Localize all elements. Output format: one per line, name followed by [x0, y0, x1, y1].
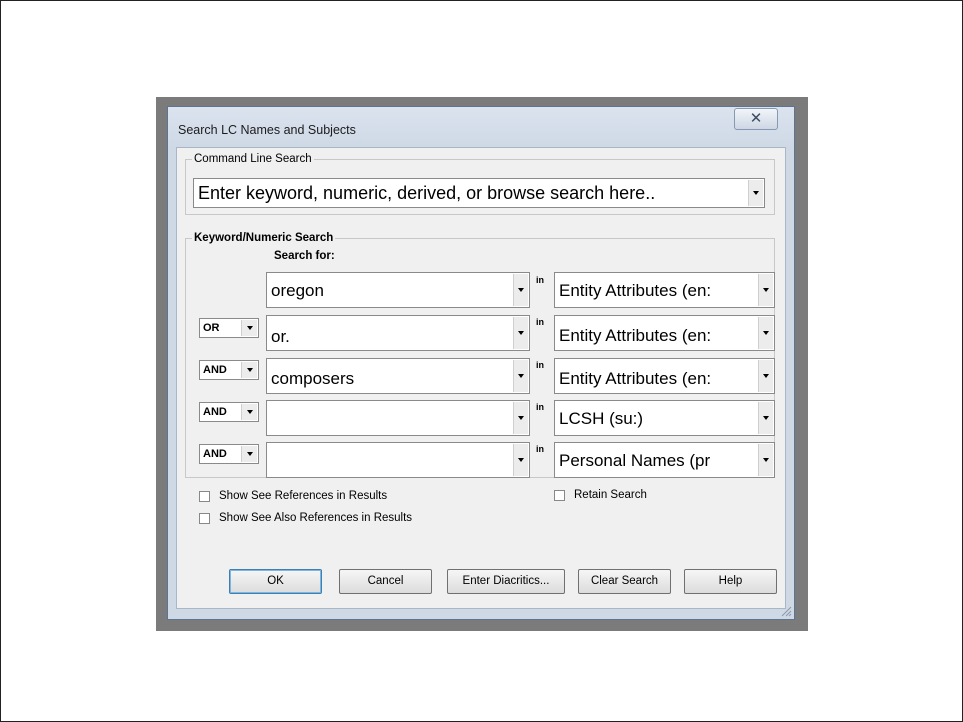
search-for-label: Search for: [274, 250, 335, 262]
show-see-references-checkbox[interactable] [199, 490, 210, 502]
enter-diacritics-button[interactable]: Enter Diacritics... [447, 569, 565, 594]
close-icon: ✕ [749, 110, 763, 127]
chevron-down-icon[interactable] [758, 317, 773, 349]
boolean-select-5[interactable]: AND [199, 444, 259, 464]
dialog-client: Command Line Search Enter keyword, numer… [176, 147, 786, 609]
chevron-down-icon[interactable] [513, 444, 528, 476]
search-term-field-4[interactable] [266, 400, 530, 436]
index-select-2[interactable]: Entity Attributes (en: [554, 315, 775, 351]
boolean-value: AND [203, 406, 227, 418]
in-label: in [536, 275, 544, 285]
boolean-value: OR [203, 322, 220, 334]
chevron-down-icon[interactable] [748, 180, 763, 206]
chevron-down-icon[interactable] [758, 444, 773, 476]
index-value: Entity Attributes (en: [559, 369, 712, 388]
close-button[interactable]: ✕ [734, 108, 778, 130]
retain-search-label: Retain Search [574, 489, 647, 501]
command-line-legend: Command Line Search [194, 153, 312, 165]
search-term-value: or. [271, 327, 290, 346]
boolean-select-3[interactable]: AND [199, 360, 259, 380]
search-term-field-2[interactable]: or. [266, 315, 530, 351]
chevron-down-icon[interactable] [513, 402, 528, 434]
resize-grip-icon[interactable] [780, 605, 792, 617]
clear-search-button[interactable]: Clear Search [578, 569, 671, 594]
search-term-value: composers [271, 369, 355, 388]
dialog-title: Search LC Names and Subjects [178, 123, 356, 137]
chevron-down-icon[interactable] [513, 274, 528, 306]
cancel-button[interactable]: Cancel [339, 569, 432, 594]
index-select-3[interactable]: Entity Attributes (en: [554, 358, 775, 394]
command-line-text: Enter keyword, numeric, derived, or brow… [198, 183, 656, 203]
chevron-down-icon[interactable] [241, 446, 257, 462]
search-dialog: Search LC Names and Subjects ✕ Command L… [167, 106, 795, 620]
index-value: LCSH (su:) [559, 409, 644, 428]
in-label: in [536, 402, 544, 412]
chevron-down-icon[interactable] [758, 402, 773, 434]
show-see-also-references-checkbox[interactable] [199, 512, 210, 524]
index-select-1[interactable]: Entity Attributes (en: [554, 272, 775, 308]
boolean-value: AND [203, 364, 227, 376]
title-bar: Search LC Names and Subjects ✕ [168, 107, 794, 147]
index-value: Personal Names (pr [559, 451, 711, 470]
chevron-down-icon[interactable] [758, 274, 773, 306]
ok-button[interactable]: OK [229, 569, 322, 594]
in-label: in [536, 360, 544, 370]
in-label: in [536, 444, 544, 454]
index-value: Entity Attributes (en: [559, 281, 712, 300]
chevron-down-icon[interactable] [513, 317, 528, 349]
boolean-select-4[interactable]: AND [199, 402, 259, 422]
chevron-down-icon[interactable] [513, 360, 528, 392]
show-see-references-label: Show See References in Results [219, 490, 388, 502]
index-value: Entity Attributes (en: [559, 326, 712, 345]
search-term-field-5[interactable] [266, 442, 530, 478]
show-see-also-references-option[interactable]: Show See Also References in Results [199, 512, 412, 524]
index-select-5[interactable]: Personal Names (pr [554, 442, 775, 478]
show-see-references-option[interactable]: Show See References in Results [199, 490, 387, 502]
search-term-field-1[interactable]: oregon [266, 272, 530, 308]
search-term-field-3[interactable]: composers [266, 358, 530, 394]
chevron-down-icon[interactable] [241, 320, 257, 336]
help-button[interactable]: Help [684, 569, 777, 594]
boolean-value: AND [203, 448, 227, 460]
command-line-combo[interactable]: Enter keyword, numeric, derived, or brow… [193, 178, 765, 208]
index-select-4[interactable]: LCSH (su:) [554, 400, 775, 436]
chevron-down-icon[interactable] [758, 360, 773, 392]
search-term-value: oregon [271, 281, 324, 300]
retain-search-option[interactable]: Retain Search [554, 489, 647, 501]
keyword-search-legend: Keyword/Numeric Search [194, 232, 334, 244]
retain-search-checkbox[interactable] [554, 489, 565, 501]
chevron-down-icon[interactable] [241, 404, 257, 420]
show-see-also-references-label: Show See Also References in Results [219, 512, 413, 524]
in-label: in [536, 317, 544, 327]
chevron-down-icon[interactable] [241, 362, 257, 378]
boolean-select-2[interactable]: OR [199, 318, 259, 338]
command-line-group: Command Line Search Enter keyword, numer… [185, 153, 775, 215]
